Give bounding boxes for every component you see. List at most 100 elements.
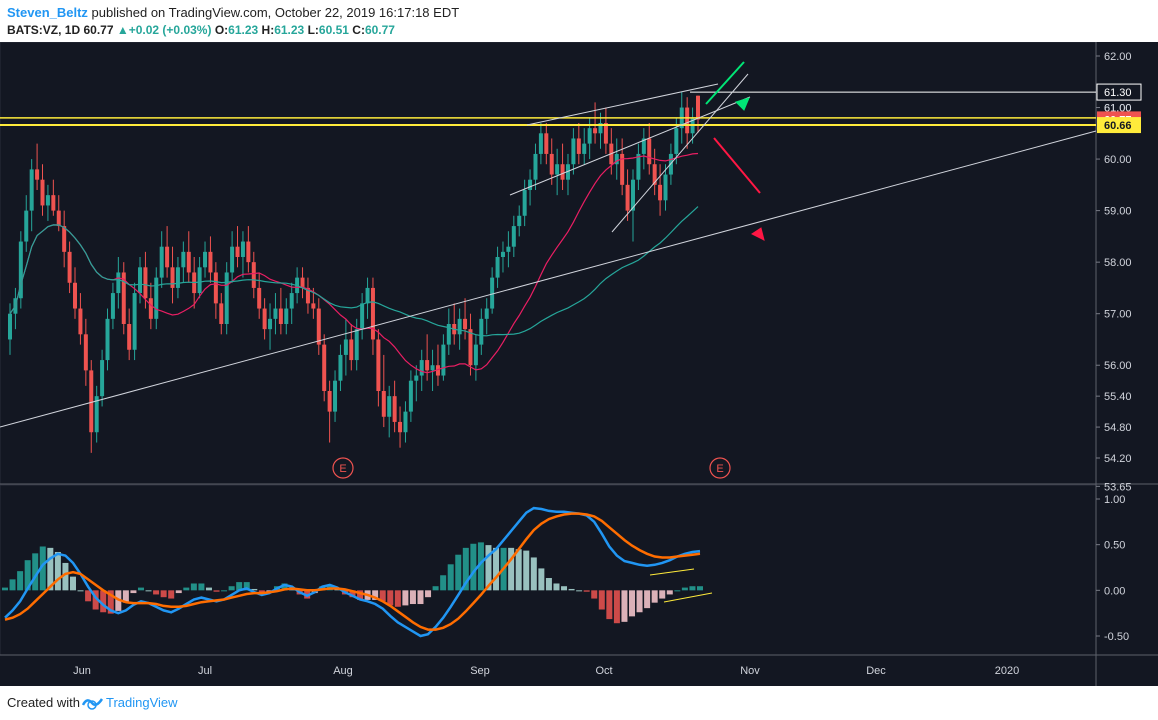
candle-body — [506, 246, 511, 252]
macd-histogram-bar — [2, 587, 8, 591]
candle-body — [392, 396, 397, 422]
candle-body — [457, 318, 462, 335]
publish-info: Steven_Beltz published on TradingView.co… — [7, 5, 459, 20]
macd-histogram-bar — [175, 590, 182, 594]
candle-body — [517, 215, 522, 227]
candle-body — [208, 251, 213, 273]
symbol-legend: BATS:VZ, 1D 60.77 ▲+0.02 (+0.03%) O:61.2… — [7, 23, 395, 37]
candle-body — [533, 153, 538, 180]
candle-body — [235, 246, 240, 257]
candle-body — [338, 354, 343, 381]
macd-histogram-bar — [394, 590, 401, 607]
published-text: published on TradingView.com, October 22… — [91, 5, 460, 20]
candle-body — [262, 308, 267, 330]
chart-area[interactable]: 62.00 61.00 60.00 59.00 58.00 57.00 56.00 55.40… — [0, 41, 1158, 686]
candle-body — [370, 287, 375, 340]
candle-body — [73, 282, 78, 309]
macd-histogram-bar — [213, 590, 220, 592]
candle-body — [116, 272, 121, 294]
candle-body — [132, 293, 137, 350]
macd-histogram-bar — [583, 590, 590, 592]
candle-body — [343, 339, 348, 355]
candle-body — [45, 195, 50, 206]
created-with-label: Created with — [7, 695, 80, 710]
candle-body — [289, 293, 294, 309]
macd-histogram-bar — [69, 576, 76, 591]
macd-histogram-bar — [9, 579, 16, 591]
candle-body — [311, 303, 316, 309]
candle-body — [658, 184, 663, 201]
candle-body — [105, 318, 110, 361]
candle-body — [463, 318, 468, 330]
candle-body — [148, 298, 153, 319]
candle-body — [685, 107, 690, 134]
candle-body — [29, 169, 34, 211]
candle-body — [273, 308, 278, 319]
candle-body — [40, 179, 45, 206]
candle-body — [674, 128, 679, 154]
price-change: +0.02 (+0.03%) — [128, 23, 212, 37]
candle-body — [224, 272, 229, 324]
tradingview-link[interactable]: TradingView — [106, 695, 178, 710]
candle-body — [468, 329, 473, 366]
candle-body — [327, 391, 332, 412]
candle-body — [555, 164, 560, 175]
macd-histogram-bar — [455, 554, 462, 591]
macd-histogram-bar — [402, 590, 409, 606]
last-price: 60.77 — [83, 23, 114, 37]
change-up-arrow-icon: ▲ — [116, 23, 129, 37]
macd-axis-label: 0.50 — [1104, 540, 1125, 552]
candle-body — [89, 370, 94, 433]
macd-histogram-bar — [561, 586, 568, 591]
candle-body — [549, 153, 554, 175]
candle-body — [35, 169, 40, 180]
candle-body — [354, 329, 359, 361]
macd-histogram-bar — [145, 590, 152, 592]
macd-histogram-bar — [432, 586, 439, 591]
candle-body — [576, 138, 581, 154]
tradingview-logo-icon — [82, 698, 104, 710]
candle-body — [398, 421, 403, 433]
candle-body — [154, 277, 159, 319]
candle-body — [587, 128, 592, 144]
candle-body — [186, 251, 191, 273]
candle-body — [582, 143, 587, 154]
candle-body — [663, 174, 668, 201]
macd-histogram-bar — [130, 590, 137, 594]
time-axis-label: Oct — [595, 665, 612, 677]
price-axis-label: 60.00 — [1104, 154, 1132, 166]
macd-histogram-bar — [636, 590, 643, 613]
macd-histogram-bar — [85, 590, 92, 602]
price-axis-label: 55.40 — [1104, 391, 1132, 403]
candle-body — [538, 133, 543, 154]
candle-body — [479, 318, 484, 345]
macd-histogram-bar — [137, 587, 144, 591]
price-axis-label: 54.20 — [1104, 453, 1132, 465]
price-axis-label: 57.00 — [1104, 309, 1132, 321]
time-axis-label: Dec — [866, 665, 886, 677]
macd-histogram-bar — [160, 590, 167, 598]
candle-body — [67, 251, 72, 283]
author-link[interactable]: Steven_Beltz — [7, 5, 88, 20]
macd-histogram-bar — [183, 587, 190, 591]
chart-header: Steven_Beltz published on TradingView.co… — [0, 0, 1158, 42]
candle-body — [62, 226, 67, 252]
symbol-label[interactable]: BATS:VZ, 1D — [7, 23, 80, 37]
price-scale-badge-label: 60.66 — [1104, 120, 1132, 132]
candle-body — [110, 293, 115, 319]
macd-histogram-bar — [54, 551, 61, 591]
candle-body — [376, 339, 381, 391]
macd-histogram-bar — [153, 590, 160, 595]
candle-body — [500, 251, 505, 257]
macd-histogram-bar — [545, 578, 552, 591]
candle-body — [316, 308, 321, 345]
price-axis-label: 54.80 — [1104, 422, 1132, 434]
macd-histogram-bar — [470, 543, 477, 591]
candle-body — [300, 277, 305, 288]
chart-canvas[interactable]: 62.0061.0060.0059.0058.0057.0056.0055.40… — [0, 41, 1158, 686]
price-axis-label: 62.00 — [1104, 51, 1132, 63]
macd-histogram-bar — [697, 586, 703, 591]
candle-body — [159, 246, 164, 278]
time-axis-label: Aug — [333, 665, 353, 677]
macd-histogram-bar — [409, 590, 416, 605]
